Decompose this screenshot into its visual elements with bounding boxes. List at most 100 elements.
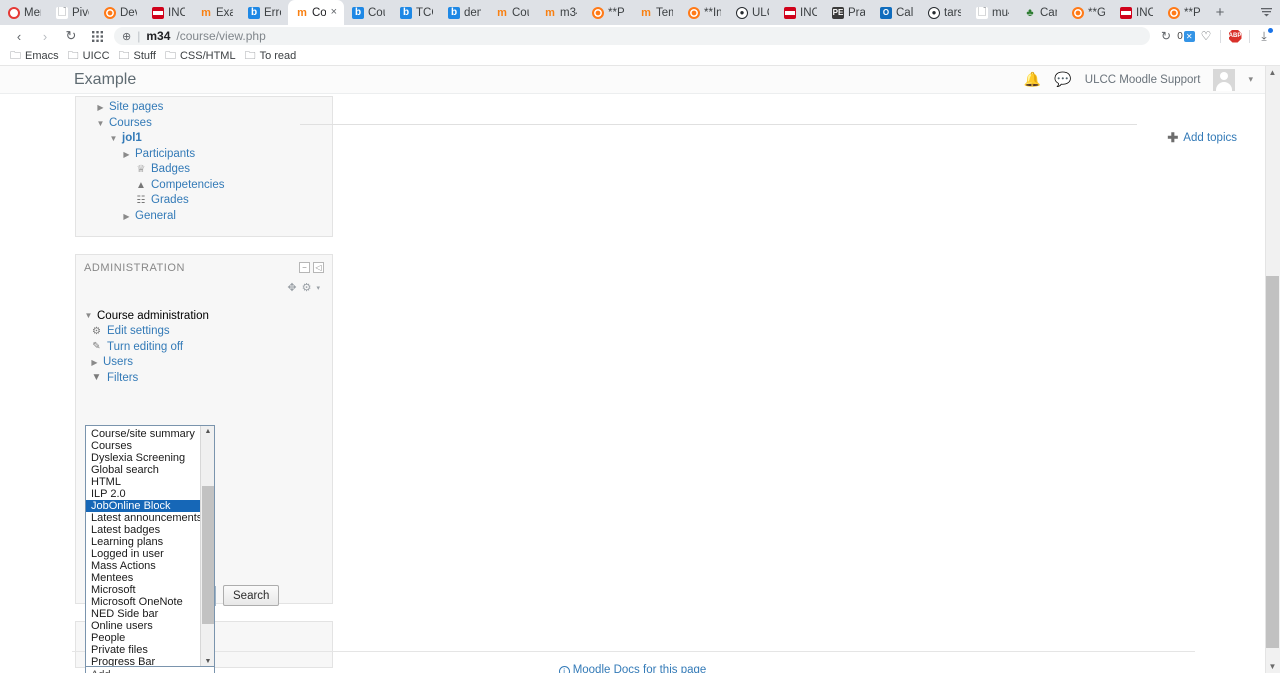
browser-tab[interactable]: ● tarsi: [920, 0, 968, 25]
bookmark-item[interactable]: 🗀 Stuff: [117, 47, 163, 66]
address-bar[interactable]: ⊕ | m34/course/view.php: [114, 27, 1150, 45]
reload-button[interactable]: ↻: [58, 26, 84, 46]
browser-tab[interactable]: **Inf: [680, 0, 728, 25]
block-options-list[interactable]: Course/site summary Courses Dyslexia Scree…: [86, 426, 200, 668]
browser-tab[interactable]: INC0: [144, 0, 192, 25]
browser-tab[interactable]: b Cour: [344, 0, 392, 25]
bell-icon[interactable]: 🔔: [1024, 71, 1041, 88]
browser-tab[interactable]: **Ply: [584, 0, 632, 25]
tab-list-button[interactable]: [1252, 0, 1280, 25]
block-option[interactable]: Courses: [86, 440, 200, 452]
browser-tab[interactable]: INC0: [1112, 0, 1160, 25]
block-option[interactable]: Latest announcements: [86, 512, 200, 524]
browser-tab[interactable]: ● ULCC: [728, 0, 776, 25]
block-option[interactable]: ILP 2.0: [86, 488, 200, 500]
block-option[interactable]: JobOnline Block: [86, 500, 200, 512]
block-option[interactable]: Mass Actions: [86, 560, 200, 572]
chevron-down-icon[interactable]: ▼: [109, 131, 118, 147]
block-option[interactable]: Course/site summary: [86, 428, 200, 440]
browser-tab[interactable]: INC0: [776, 0, 824, 25]
bookmark-item[interactable]: 🗀 To read: [243, 47, 304, 66]
nav-item-label[interactable]: Grades: [151, 193, 189, 209]
nav-item-label[interactable]: Courses: [109, 116, 152, 132]
scroll-up-arrow-icon[interactable]: ▲: [202, 426, 214, 438]
browser-tab[interactable]: Menu: [0, 0, 48, 25]
browser-tab[interactable]: b Error: [240, 0, 288, 25]
chevron-down-icon[interactable]: ▼: [84, 311, 93, 320]
block-option[interactable]: Microsoft OneNote: [86, 596, 200, 608]
new-tab-button[interactable]: +: [1208, 0, 1232, 25]
browser-tab[interactable]: **Ply: [1160, 0, 1208, 25]
browser-tab[interactable]: m Temp: [632, 0, 680, 25]
nav-item-label[interactable]: General: [135, 209, 176, 225]
block-option[interactable]: Mentees: [86, 572, 200, 584]
add-block-select[interactable]: Add... ▾: [85, 666, 215, 673]
forward-button[interactable]: ›: [32, 26, 58, 46]
search-button[interactable]: Search: [223, 585, 280, 606]
admin-item-label[interactable]: Edit settings: [107, 325, 170, 337]
extensions-grid-button[interactable]: [84, 26, 110, 46]
browser-tab[interactable]: m Exam: [192, 0, 240, 25]
browser-tab[interactable]: ♣ Can: [1016, 0, 1064, 25]
nav-item-label[interactable]: jol1: [122, 131, 142, 147]
admin-item-label[interactable]: Users: [103, 356, 133, 368]
adblock-plus-button[interactable]: ABP: [1225, 26, 1245, 46]
downloads-icon[interactable]: ⤓: [1254, 26, 1274, 46]
heart-icon[interactable]: ♡: [1196, 26, 1216, 46]
browser-tab[interactable]: m Cour: [488, 0, 536, 25]
opera-icon: [8, 6, 20, 19]
dropdown-scrollbar-thumb[interactable]: [202, 486, 214, 624]
browser-tab[interactable]: bdem: [440, 0, 488, 25]
bookmark-item[interactable]: 🗀 UICC: [66, 47, 117, 66]
chevron-right-icon[interactable]: ▶: [122, 209, 131, 225]
browser-tab[interactable]: m Co ×: [288, 0, 344, 25]
chevron-right-icon[interactable]: ▶: [96, 100, 105, 116]
browser-tab[interactable]: mu4: [968, 0, 1016, 25]
page-scrollbar-thumb[interactable]: [1266, 276, 1279, 648]
block-option[interactable]: Microsoft: [86, 584, 200, 596]
block-option[interactable]: Dyslexia Screening: [86, 452, 200, 464]
bookmark-item[interactable]: 🗀 CSS/HTML: [163, 47, 243, 66]
avatar[interactable]: [1213, 68, 1236, 91]
back-button[interactable]: ‹: [6, 26, 32, 46]
block-option[interactable]: Online users: [86, 620, 200, 632]
close-icon[interactable]: ×: [331, 7, 337, 18]
folder-icon: 🗀: [67, 49, 79, 62]
page-scrollbar[interactable]: ▲ ▼: [1265, 66, 1280, 673]
nav-item-label[interactable]: Participants: [135, 147, 195, 163]
nav-item-label[interactable]: Site pages: [109, 100, 163, 116]
block-option[interactable]: Learning plans: [86, 536, 200, 548]
admin-item-label[interactable]: Turn editing off: [107, 341, 183, 353]
browser-tab[interactable]: Pivot: [48, 0, 96, 25]
chevron-right-icon[interactable]: ▶: [122, 147, 131, 163]
browser-tab[interactable]: PE Prag: [824, 0, 872, 25]
browser-tab[interactable]: m m34: [536, 0, 584, 25]
page-scroll-down-icon[interactable]: ▼: [1266, 660, 1279, 673]
add-topics-button[interactable]: ✚ Add topics: [1167, 130, 1237, 146]
block-option[interactable]: Latest badges: [86, 524, 200, 536]
block-option[interactable]: Logged in user: [86, 548, 200, 560]
block-option[interactable]: People: [86, 632, 200, 644]
blocked-count-badge[interactable]: 0 ✕: [1176, 26, 1196, 46]
add-block-dropdown-list[interactable]: Course/site summary Courses Dyslexia Scree…: [85, 425, 215, 669]
block-option[interactable]: HTML: [86, 476, 200, 488]
browser-tab[interactable]: O Cale: [872, 0, 920, 25]
block-option[interactable]: Private files: [86, 644, 200, 656]
browser-tab[interactable]: Deve: [96, 0, 144, 25]
page-scroll-up-icon[interactable]: ▲: [1266, 66, 1279, 79]
bookmark-item[interactable]: 🗀 Emacs: [8, 47, 66, 66]
nav-item-label[interactable]: Badges: [151, 162, 190, 178]
chevron-right-icon[interactable]: ▶: [90, 358, 99, 367]
message-icon[interactable]: 💬: [1054, 71, 1071, 88]
block-option[interactable]: Global search: [86, 464, 200, 476]
admin-item-label[interactable]: Filters: [107, 372, 138, 384]
moodle-docs-label: Moodle Docs for this page: [572, 664, 707, 673]
browser-tab[interactable]: b TCG: [392, 0, 440, 25]
omnibox-reload-icon[interactable]: ↻: [1156, 26, 1176, 46]
nav-item-label[interactable]: Competencies: [151, 178, 225, 194]
chevron-down-icon[interactable]: ▼: [96, 116, 105, 132]
block-option[interactable]: NED Side bar: [86, 608, 200, 620]
dropdown-scrollbar[interactable]: ▲ ▼: [200, 426, 214, 668]
chevron-down-icon[interactable]: ▾: [1248, 74, 1253, 85]
browser-tab[interactable]: **Gly: [1064, 0, 1112, 25]
